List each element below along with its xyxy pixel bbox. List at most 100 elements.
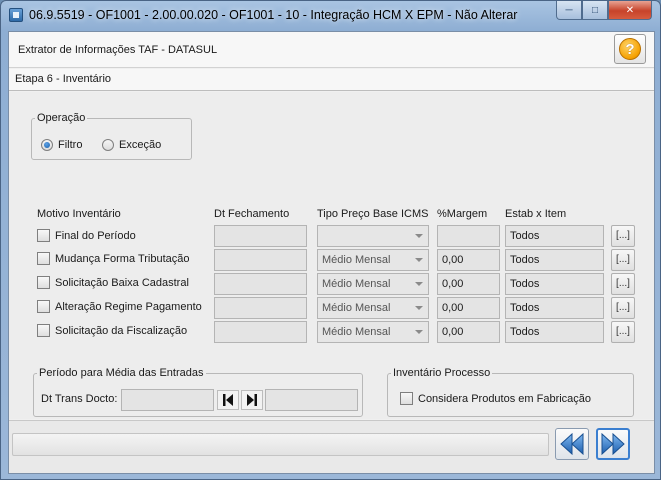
considera-produtos-label: Considera Produtos em Fabricação [418, 392, 592, 405]
row-solicitacao-fiscalizacao[interactable]: Solicitação da Fiscalização [37, 324, 187, 337]
dt-trans-label: Dt Trans Docto: [41, 393, 118, 405]
skip-back-icon [223, 394, 233, 406]
chevron-down-icon [415, 306, 423, 310]
progress-bar [12, 433, 549, 456]
dt-fechamento-field[interactable] [214, 249, 307, 271]
row-solicitacao-baixa[interactable]: Solicitação Baixa Cadastral [37, 276, 189, 289]
estab-field[interactable]: Todos [505, 297, 604, 319]
maximize-icon: □ [591, 4, 599, 16]
double-chevron-left-icon [560, 433, 584, 455]
app-icon [9, 8, 23, 22]
client-area: Extrator de Informações TAF - DATASUL ? … [8, 31, 655, 474]
title-bar[interactable]: 06.9.5519 - OF1001 - 2.00.00.020 - OF100… [1, 1, 660, 31]
chevron-down-icon [415, 234, 423, 238]
main-panel: Operação Filtro Exceção Motivo Inventári… [9, 92, 654, 419]
tipo-preco-select[interactable]: Médio Mensal [317, 321, 429, 343]
row-label: Final do Período [55, 229, 136, 242]
processo-group: Inventário Processo Considera Produtos e… [387, 367, 634, 417]
operacao-legend: Operação [37, 112, 86, 124]
estab-field[interactable]: Todos [505, 249, 604, 271]
step-title: Etapa 6 - Inventário [15, 73, 112, 85]
estab-lookup-button[interactable]: [...] [611, 321, 635, 343]
radio-excecao-label: Exceção [119, 139, 162, 151]
chevron-down-icon [415, 330, 423, 334]
select-value: Médio Mensal [322, 326, 391, 338]
back-button[interactable] [555, 428, 589, 460]
select-value: Médio Mensal [322, 278, 391, 290]
radio-filtro[interactable]: Filtro [41, 139, 82, 151]
tipo-preco-select[interactable]: Médio Mensal [317, 249, 429, 271]
header-tipo-preco: Tipo Preço Base ICMS [317, 208, 429, 220]
row-label: Solicitação da Fiscalização [55, 324, 188, 337]
chevron-down-icon [415, 258, 423, 262]
minimize-button[interactable]: ─ [556, 1, 582, 20]
checkbox[interactable] [400, 392, 413, 405]
select-value: Médio Mensal [322, 254, 391, 266]
estab-lookup-button[interactable]: [...] [611, 249, 635, 271]
estab-lookup-button[interactable]: [...] [611, 225, 635, 247]
row-label: Mudança Forma Tributação [55, 252, 190, 265]
margem-field[interactable]: 0,00 [437, 321, 500, 343]
periodo-legend: Período para Média das Entradas [39, 367, 204, 379]
window-title: 06.9.5519 - OF1001 - 2.00.00.020 - OF100… [29, 8, 518, 22]
tipo-preco-select[interactable]: Médio Mensal [317, 297, 429, 319]
margem-field[interactable] [437, 225, 500, 247]
header-dt-fechamento: Dt Fechamento [214, 208, 290, 220]
row-label: Alteração Regime Pagamento [55, 300, 202, 313]
considera-produtos-checkbox[interactable]: Considera Produtos em Fabricação [400, 392, 591, 405]
row-label: Solicitação Baixa Cadastral [55, 276, 189, 289]
margem-field[interactable]: 0,00 [437, 273, 500, 295]
header-margem: %Margem [437, 208, 488, 220]
estab-field[interactable]: Todos [505, 225, 604, 247]
tipo-preco-select[interactable] [317, 225, 429, 247]
select-value: Médio Mensal [322, 302, 391, 314]
estab-lookup-button[interactable]: [...] [611, 297, 635, 319]
dt-trans-end-field[interactable] [265, 389, 358, 411]
dt-fechamento-field[interactable] [214, 225, 307, 247]
step-bar: Etapa 6 - Inventário [9, 69, 654, 91]
app-window: 06.9.5519 - OF1001 - 2.00.00.020 - OF100… [0, 0, 661, 480]
header-title: Extrator de Informações TAF - DATASUL [18, 44, 218, 56]
header-motivo: Motivo Inventário [37, 208, 121, 220]
skip-forward-icon [247, 394, 257, 406]
wizard-header: Extrator de Informações TAF - DATASUL ? [9, 32, 654, 68]
first-button[interactable] [217, 390, 239, 410]
minimize-icon: ─ [565, 4, 573, 16]
row-mudanca-forma[interactable]: Mudança Forma Tributação [37, 252, 190, 265]
checkbox[interactable] [37, 324, 50, 337]
chevron-down-icon [415, 282, 423, 286]
periodo-group: Período para Média das Entradas Dt Trans… [33, 367, 363, 417]
row-final-periodo[interactable]: Final do Período [37, 229, 136, 242]
estab-field[interactable]: Todos [505, 273, 604, 295]
last-button[interactable] [241, 390, 263, 410]
estab-lookup-button[interactable]: [...] [611, 273, 635, 295]
operacao-group: Operação Filtro Exceção [31, 112, 192, 160]
processo-legend: Inventário Processo [393, 367, 491, 379]
next-button[interactable] [596, 428, 630, 460]
tipo-preco-select[interactable]: Médio Mensal [317, 273, 429, 295]
row-alteracao-regime[interactable]: Alteração Regime Pagamento [37, 300, 202, 313]
window-controls: ─ □ ✕ [556, 1, 652, 20]
dt-fechamento-field[interactable] [214, 273, 307, 295]
dt-fechamento-field[interactable] [214, 321, 307, 343]
maximize-button[interactable]: □ [582, 1, 608, 20]
help-button[interactable]: ? [614, 34, 646, 64]
close-button[interactable]: ✕ [608, 1, 652, 20]
margem-field[interactable]: 0,00 [437, 249, 500, 271]
checkbox[interactable] [37, 229, 50, 242]
radio-selected-icon [41, 139, 53, 151]
checkbox[interactable] [37, 252, 50, 265]
estab-field[interactable]: Todos [505, 321, 604, 343]
radio-filtro-label: Filtro [58, 139, 83, 151]
margem-field[interactable]: 0,00 [437, 297, 500, 319]
double-chevron-right-icon [601, 433, 625, 455]
radio-unselected-icon [102, 139, 114, 151]
help-icon: ? [619, 38, 641, 60]
radio-excecao[interactable]: Exceção [102, 139, 161, 151]
wizard-footer [9, 420, 654, 473]
close-icon: ✕ [625, 4, 635, 16]
dt-trans-start-field[interactable] [121, 389, 214, 411]
dt-fechamento-field[interactable] [214, 297, 307, 319]
checkbox[interactable] [37, 300, 50, 313]
checkbox[interactable] [37, 276, 50, 289]
